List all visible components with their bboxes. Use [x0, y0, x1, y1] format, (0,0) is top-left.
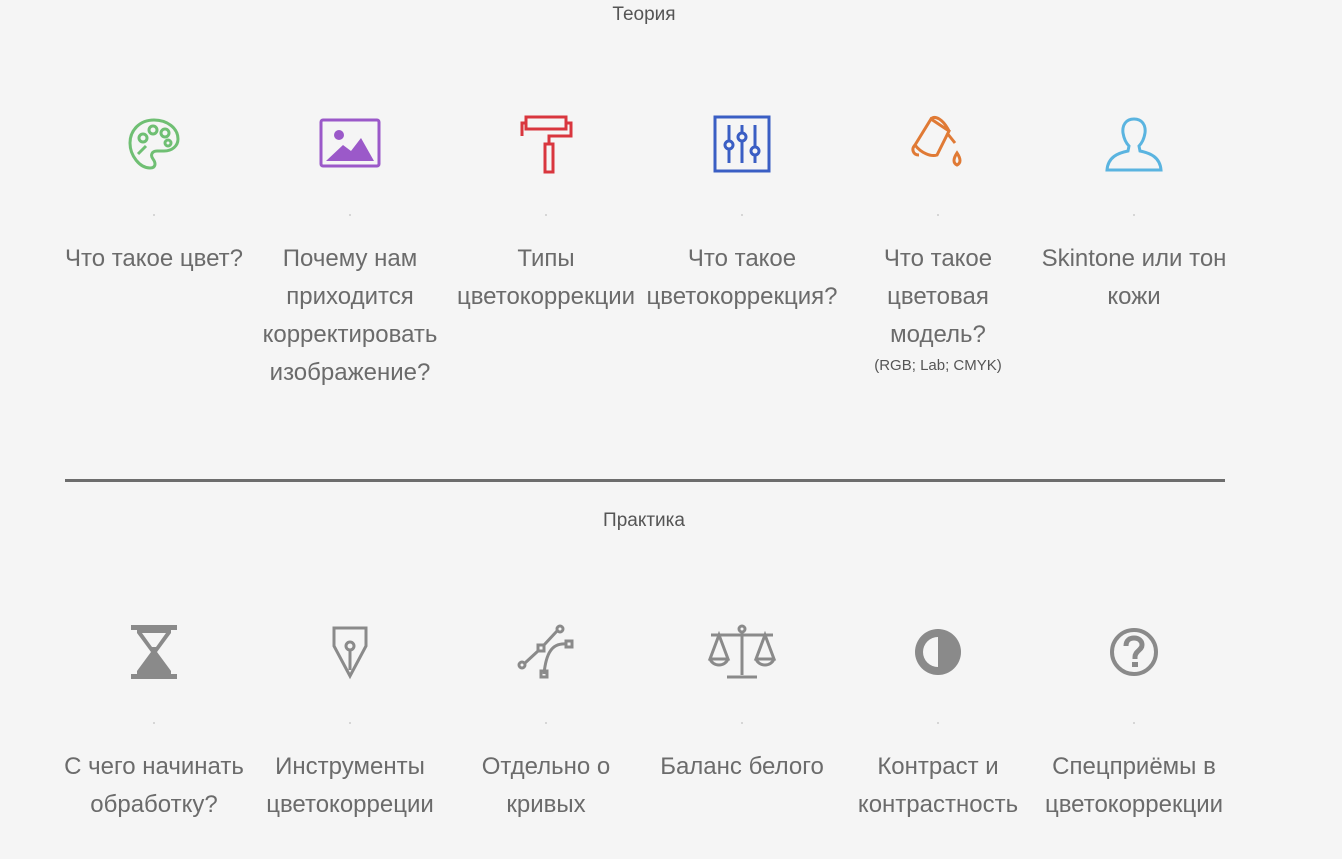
hourglass-icon	[118, 616, 190, 688]
theory-item-note: (RGB; Lab; CMYK)	[874, 357, 1002, 374]
contrast-icon	[902, 616, 974, 688]
theory-item-label: Почему нам приходится корректировать изо…	[262, 245, 438, 386]
question-icon	[1098, 616, 1170, 688]
theory-item-label: Skintone или тон кожи	[1041, 245, 1227, 310]
divider-dot	[741, 214, 743, 216]
theory-item-color[interactable]: Что такое цвет?	[56, 108, 252, 392]
practice-item-white-balance[interactable]: Баланс белого	[644, 616, 840, 824]
theory-item-label: Что такое цветокоррекция?	[646, 245, 838, 310]
practice-item-curves[interactable]: Отдельно о кривых	[448, 616, 644, 824]
practice-item-label: Баланс белого	[660, 753, 824, 780]
theory-item-why-correct[interactable]: Почему нам приходится корректировать изо…	[252, 108, 448, 392]
practice-item-label: С чего начинать обработку?	[64, 753, 244, 818]
paint-bucket-icon	[902, 108, 974, 180]
section-divider	[65, 479, 1225, 482]
theory-item-types[interactable]: Типы цветокоррекции	[448, 108, 644, 392]
theory-item-color-model[interactable]: Что такое цветовая модель? (RGB; Lab; CM…	[840, 108, 1036, 392]
practice-item-label: Контраст и контрастность	[857, 753, 1019, 818]
divider-dot	[153, 214, 155, 216]
practice-item-label: Отдельно о кривых	[481, 753, 611, 818]
user-icon	[1098, 108, 1170, 180]
palette-icon	[118, 108, 190, 180]
practice-item-start[interactable]: С чего начинать обработку?	[56, 616, 252, 824]
scales-icon	[706, 616, 778, 688]
practice-item-label: Спецприёмы в цветокоррекции	[1044, 753, 1224, 818]
divider-dot	[153, 722, 155, 724]
theory-item-label: Типы цветокоррекции	[456, 245, 636, 310]
divider-dot	[349, 722, 351, 724]
bezier-curve-icon	[510, 616, 582, 688]
pen-nib-icon	[314, 616, 386, 688]
practice-item-label: Инструменты цветокорреции	[266, 753, 434, 818]
theory-item-what-is-correction[interactable]: Что такое цветокоррекция?	[644, 108, 840, 392]
practice-item-tools[interactable]: Инструменты цветокорреции	[252, 616, 448, 824]
theory-item-label: Что такое цвет?	[64, 245, 244, 272]
theory-row: Что такое цвет? Почему нам приходится ко…	[56, 108, 1232, 392]
sliders-icon	[706, 108, 778, 180]
divider-dot	[349, 214, 351, 216]
divider-dot	[545, 722, 547, 724]
divider-dot	[937, 722, 939, 724]
practice-row: С чего начинать обработку? Инструменты ц…	[56, 616, 1232, 824]
divider-dot	[937, 214, 939, 216]
theory-section-title: Теория	[612, 4, 676, 25]
divider-dot	[741, 722, 743, 724]
divider-dot	[1133, 214, 1135, 216]
page: Теория Что такое цвет? Почему нам приход…	[0, 0, 1342, 859]
theory-item-label: Что такое цветовая модель?	[883, 245, 993, 348]
divider-dot	[545, 214, 547, 216]
practice-item-contrast[interactable]: Контраст и контрастность	[840, 616, 1036, 824]
practice-item-special-techniques[interactable]: Спецприёмы в цветокоррекции	[1036, 616, 1232, 824]
divider-dot	[1133, 722, 1135, 724]
theory-item-skintone[interactable]: Skintone или тон кожи	[1036, 108, 1232, 392]
paint-roller-icon	[510, 108, 582, 180]
practice-section-title: Практика	[603, 510, 685, 531]
image-icon	[314, 108, 386, 180]
